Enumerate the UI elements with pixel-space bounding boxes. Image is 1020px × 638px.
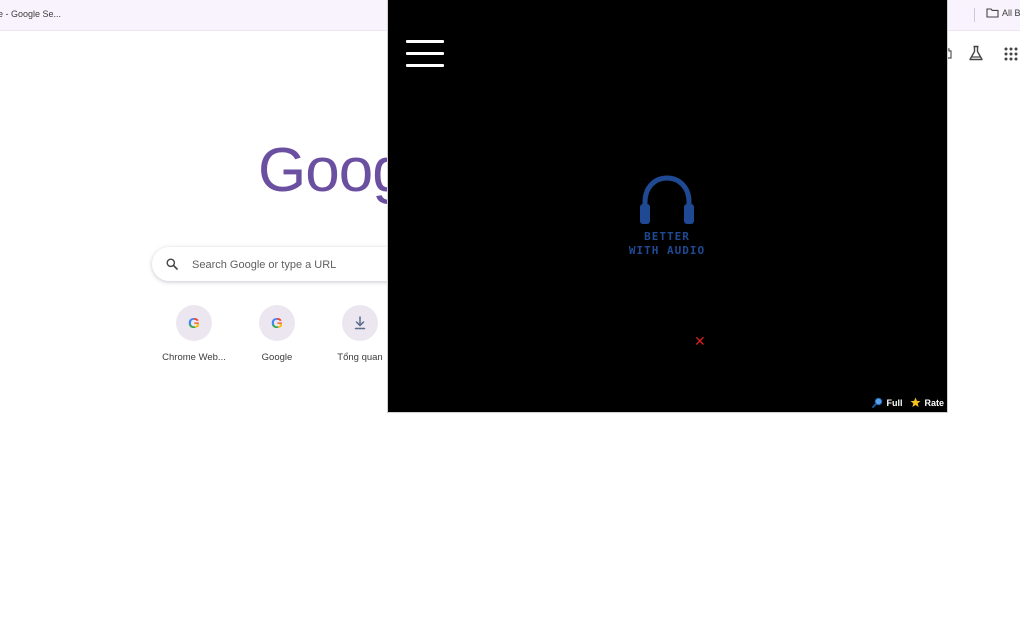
hamburger-menu-icon[interactable]	[406, 40, 444, 67]
shortcut-chrome-web-store[interactable]: G Chrome Web...	[154, 305, 234, 363]
audio-line-2: WITH AUDIO	[628, 244, 706, 257]
active-tab-title[interactable]: e - Google Se...	[0, 9, 61, 19]
shortcut-google[interactable]: G Google	[237, 305, 317, 363]
full-label: Full	[886, 397, 903, 408]
magnifier-icon	[872, 397, 883, 408]
headphones-icon	[640, 175, 694, 224]
google-logo: Goog	[258, 136, 407, 205]
close-icon[interactable]: ✕	[694, 335, 706, 349]
audio-line-1: BETTER	[644, 230, 690, 243]
labs-flask-icon[interactable]	[968, 45, 984, 62]
shortcut-label: Google	[261, 352, 293, 363]
folder-icon	[986, 8, 999, 18]
google-g-icon: G	[259, 305, 295, 341]
search-icon	[166, 258, 178, 270]
bookmarks-separator	[974, 8, 975, 22]
fullscreen-button[interactable]: Full	[872, 397, 902, 408]
all-bookmarks-label: All B	[1002, 7, 1020, 18]
rate-label: Rate	[924, 397, 944, 408]
all-bookmarks-button[interactable]: All B	[986, 7, 1020, 18]
overlay-bottom-bar: Full Rate	[872, 397, 944, 408]
download-icon	[342, 305, 378, 341]
rate-button[interactable]: Rate	[910, 397, 944, 408]
star-icon	[910, 397, 921, 407]
shortcut-label: Chrome Web...	[162, 352, 226, 363]
game-overlay[interactable]: BETTER WITH AUDIO ✕ Full Rate	[388, 0, 947, 412]
google-g-icon: G	[176, 305, 212, 341]
better-with-audio-text: BETTER WITH AUDIO	[588, 230, 746, 258]
apps-grid-icon[interactable]	[1004, 47, 1018, 61]
